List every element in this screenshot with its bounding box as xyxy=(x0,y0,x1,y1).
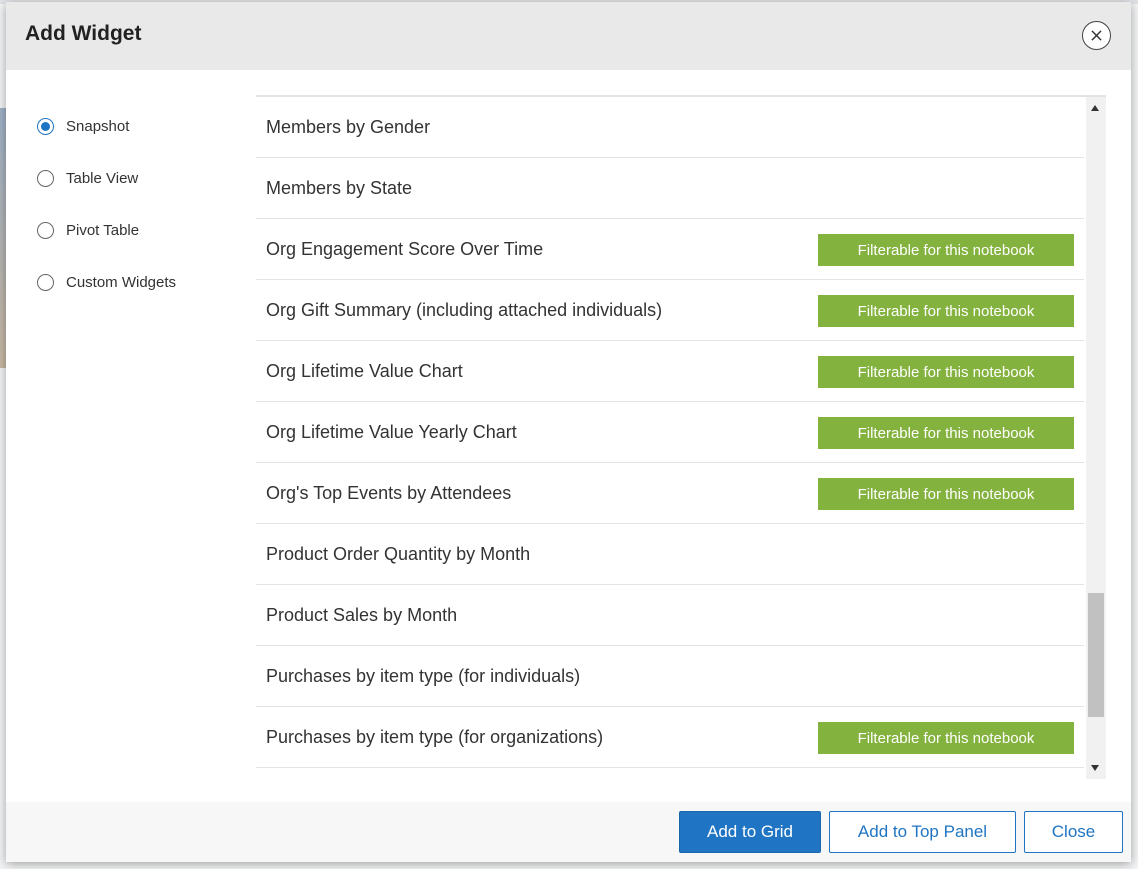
list-item[interactable]: Product Order Quantity by Month xyxy=(256,524,1084,585)
radio-custom-widgets[interactable] xyxy=(37,273,54,291)
widget-label: Org Engagement Score Over Time xyxy=(266,238,544,259)
scroll-up-icon[interactable] xyxy=(1091,105,1099,111)
filterable-badge: Filterable for this notebook xyxy=(818,478,1074,510)
dialog-title: Add Widget xyxy=(25,22,142,45)
widget-list[interactable]: Members by Gender Members by State Org E… xyxy=(256,95,1106,779)
widget-label: Members by Gender xyxy=(266,116,431,137)
list-item[interactable]: Purchases by item type (for organization… xyxy=(256,707,1084,768)
filterable-badge: Filterable for this notebook xyxy=(818,417,1074,449)
list-item[interactable]: Members by Gender xyxy=(256,97,1084,158)
option-custom-widgets[interactable]: Custom Widgets xyxy=(37,256,176,308)
option-pivot-table[interactable]: Pivot Table xyxy=(37,204,176,256)
scroll-down-icon[interactable] xyxy=(1091,765,1099,771)
close-button[interactable]: Close xyxy=(1024,811,1123,853)
widget-label: Org's Top Events by Attendees xyxy=(266,482,512,503)
filterable-badge: Filterable for this notebook xyxy=(818,295,1074,327)
widget-label: Purchases by item type (for individuals) xyxy=(266,665,581,686)
dialog-footer: Add to Grid Add to Top Panel Close xyxy=(6,802,1131,862)
widget-label: Org Lifetime Value Yearly Chart xyxy=(266,421,517,442)
list-item[interactable]: Org Lifetime Value Chart Filterable for … xyxy=(256,341,1084,402)
widget-label: Members by State xyxy=(266,177,413,198)
add-to-grid-button[interactable]: Add to Grid xyxy=(679,811,821,853)
list-scrollbar[interactable] xyxy=(1086,97,1106,779)
widget-label: Product Order Quantity by Month xyxy=(266,543,531,564)
widget-label: Product Sales by Month xyxy=(266,604,458,625)
filterable-badge: Filterable for this notebook xyxy=(818,234,1074,266)
option-table-view[interactable]: Table View xyxy=(37,152,176,204)
add-widget-dialog: Add Widget Snapshot Table View Pivot Tab… xyxy=(6,2,1131,862)
list-item[interactable]: Org's Top Events by Attendees Filterable… xyxy=(256,463,1084,524)
close-icon xyxy=(1091,30,1102,41)
option-snapshot[interactable]: Snapshot xyxy=(37,100,176,152)
list-item[interactable]: Purchases by item type (for individuals) xyxy=(256,646,1084,707)
radio-pivot-table[interactable] xyxy=(37,221,54,239)
option-label: Snapshot xyxy=(66,117,130,135)
filterable-badge: Filterable for this notebook xyxy=(818,722,1074,754)
add-to-top-panel-button[interactable]: Add to Top Panel xyxy=(829,811,1016,853)
filterable-badge: Filterable for this notebook xyxy=(818,356,1074,388)
dialog-header: Add Widget xyxy=(6,2,1131,70)
widget-label: Org Gift Summary (including attached ind… xyxy=(266,299,663,320)
list-item[interactable]: Org Lifetime Value Yearly Chart Filterab… xyxy=(256,402,1084,463)
list-item[interactable]: Members by State xyxy=(256,158,1084,219)
widget-label: Org Lifetime Value Chart xyxy=(266,360,463,381)
widget-type-options: Snapshot Table View Pivot Table Custom W… xyxy=(37,100,176,308)
list-item[interactable]: Product Sales by Month xyxy=(256,585,1084,646)
option-label: Custom Widgets xyxy=(66,273,177,291)
radio-snapshot[interactable] xyxy=(37,117,54,135)
close-dialog-button[interactable] xyxy=(1082,21,1111,50)
radio-table-view[interactable] xyxy=(37,169,54,187)
option-label: Table View xyxy=(66,169,139,187)
widget-label: Purchases by item type (for organization… xyxy=(266,726,604,747)
scroll-thumb[interactable] xyxy=(1088,593,1104,717)
option-label: Pivot Table xyxy=(66,221,140,239)
list-item[interactable]: Org Engagement Score Over Time Filterabl… xyxy=(256,219,1084,280)
list-item[interactable]: Org Gift Summary (including attached ind… xyxy=(256,280,1084,341)
